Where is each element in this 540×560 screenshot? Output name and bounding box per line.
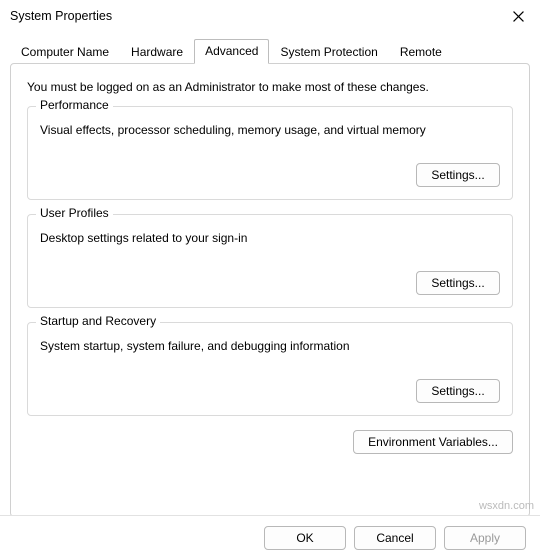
group-user-profiles-legend: User Profiles bbox=[36, 206, 113, 220]
tab-panel-advanced: You must be logged on as an Administrato… bbox=[10, 63, 530, 517]
tab-strip: Computer Name Hardware Advanced System P… bbox=[0, 38, 540, 63]
cancel-button[interactable]: Cancel bbox=[354, 526, 436, 550]
group-startup-recovery: Startup and Recovery System startup, sys… bbox=[27, 322, 513, 416]
dialog-button-bar: OK Cancel Apply bbox=[0, 515, 540, 560]
startup-recovery-settings-button[interactable]: Settings... bbox=[416, 379, 500, 403]
tab-advanced[interactable]: Advanced bbox=[194, 39, 269, 64]
ok-button[interactable]: OK bbox=[264, 526, 346, 550]
admin-notice: You must be logged on as an Administrato… bbox=[27, 80, 513, 94]
group-user-profiles-desc: Desktop settings related to your sign-in bbox=[40, 231, 500, 245]
environment-variables-button[interactable]: Environment Variables... bbox=[353, 430, 513, 454]
group-user-profiles: User Profiles Desktop settings related t… bbox=[27, 214, 513, 308]
tab-system-protection[interactable]: System Protection bbox=[269, 40, 388, 64]
tab-hardware[interactable]: Hardware bbox=[120, 40, 194, 64]
group-performance: Performance Visual effects, processor sc… bbox=[27, 106, 513, 200]
window-title: System Properties bbox=[10, 9, 112, 23]
close-button[interactable] bbox=[504, 6, 532, 26]
group-performance-desc: Visual effects, processor scheduling, me… bbox=[40, 123, 500, 137]
tab-remote[interactable]: Remote bbox=[389, 40, 453, 64]
group-startup-recovery-desc: System startup, system failure, and debu… bbox=[40, 339, 500, 353]
user-profiles-settings-button[interactable]: Settings... bbox=[416, 271, 500, 295]
group-performance-legend: Performance bbox=[36, 98, 113, 112]
performance-settings-button[interactable]: Settings... bbox=[416, 163, 500, 187]
group-startup-recovery-legend: Startup and Recovery bbox=[36, 314, 160, 328]
tab-computer-name[interactable]: Computer Name bbox=[10, 40, 120, 64]
close-icon bbox=[513, 11, 524, 22]
title-bar: System Properties bbox=[0, 0, 540, 32]
apply-button[interactable]: Apply bbox=[444, 526, 526, 550]
